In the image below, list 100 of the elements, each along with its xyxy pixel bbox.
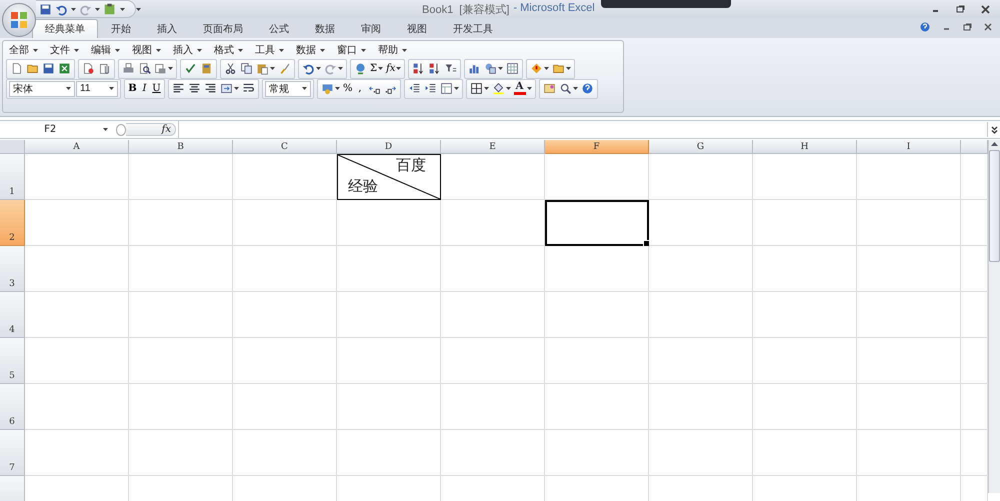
name-box[interactable]: F2	[0, 122, 112, 137]
column-header[interactable]: I	[857, 140, 961, 154]
redo-icon[interactable]	[79, 2, 92, 16]
spreadsheet-cell[interactable]	[545, 292, 649, 338]
column-header[interactable]: H	[753, 140, 857, 154]
spreadsheet-cell[interactable]	[129, 338, 233, 384]
spreadsheet-cell[interactable]	[25, 292, 129, 338]
paint-bucket-button[interactable]	[490, 80, 512, 96]
percent-button[interactable]: %	[342, 80, 354, 96]
spreadsheet-cell[interactable]	[545, 430, 649, 476]
column-header[interactable]: A	[25, 140, 129, 154]
spreadsheet-cell[interactable]	[753, 154, 857, 200]
underline-button[interactable]: U	[151, 80, 162, 96]
spreadsheet-cell[interactable]	[233, 246, 337, 292]
spreadsheet-cell[interactable]	[233, 384, 337, 430]
ribbon-tab[interactable]: 开始	[98, 19, 144, 38]
insert-function-button[interactable]: fx	[385, 60, 402, 76]
menu-item[interactable]: 文件	[47, 43, 82, 57]
spreadsheet-cell[interactable]	[649, 200, 753, 246]
menu-item[interactable]: 插入	[170, 43, 205, 57]
restore-icon[interactable]	[963, 23, 972, 31]
spreadsheet-cell[interactable]	[857, 246, 961, 292]
close-icon[interactable]	[981, 4, 990, 14]
print-preview-icon[interactable]	[138, 62, 151, 75]
spreadsheet-cell[interactable]	[441, 384, 545, 430]
select-all-button[interactable]	[0, 140, 25, 154]
column-header[interactable]: B	[129, 140, 233, 154]
autosum-button[interactable]: Σ	[369, 60, 384, 76]
column-header[interactable]: C	[233, 140, 337, 154]
sort-ascending-icon[interactable]	[412, 62, 426, 75]
row-header[interactable]: 7	[0, 430, 25, 476]
undo-icon[interactable]	[55, 2, 68, 16]
ribbon-tab[interactable]: 公式	[256, 19, 302, 38]
spreadsheet-cell[interactable]	[25, 338, 129, 384]
spreadsheet-cell[interactable]	[753, 292, 857, 338]
row-header[interactable]: 4	[0, 292, 25, 338]
fill-handle[interactable]	[643, 240, 650, 247]
spreadsheet-cell[interactable]	[857, 200, 961, 246]
indent-icon[interactable]	[424, 82, 437, 95]
diagonal-split-cell[interactable]: 百度 经验	[337, 154, 441, 200]
printer-icon[interactable]	[122, 62, 135, 75]
ribbon-tab[interactable]: 插入	[144, 19, 190, 38]
spreadsheet-cell[interactable]	[441, 338, 545, 384]
format-cells-button[interactable]	[438, 80, 460, 96]
spreadsheet-cell[interactable]	[545, 246, 649, 292]
spreadsheet-cell[interactable]	[129, 384, 233, 430]
selected-cell[interactable]	[545, 200, 649, 246]
spreadsheet-cell[interactable]	[857, 430, 961, 476]
bold-button[interactable]: B	[127, 80, 138, 96]
spreadsheet-cell[interactable]	[857, 384, 961, 430]
spreadsheet-cell[interactable]	[753, 246, 857, 292]
scroll-thumb[interactable]	[989, 150, 1000, 262]
column-header[interactable]: G	[649, 140, 753, 154]
spreadsheet-cell[interactable]	[441, 292, 545, 338]
number-format-field[interactable]: 常规	[265, 80, 311, 96]
spreadsheet-cell[interactable]	[337, 292, 441, 338]
column-header[interactable]: F	[545, 140, 649, 154]
row-header[interactable]: 6	[0, 384, 25, 430]
spreadsheet-cell[interactable]	[857, 154, 961, 200]
ribbon-tab[interactable]: 经典菜单	[32, 19, 98, 38]
row-header[interactable]: 5	[0, 338, 25, 384]
table-icon[interactable]	[506, 62, 520, 75]
spreadsheet-icon[interactable]	[58, 62, 71, 75]
up-arrow-icon[interactable]	[990, 140, 999, 148]
copy-icon[interactable]	[240, 62, 253, 75]
row-header[interactable]: 2	[0, 200, 25, 246]
spreadsheet-cell[interactable]	[25, 384, 129, 430]
new-page-icon[interactable]	[10, 62, 23, 75]
menu-item[interactable]: 帮助	[375, 43, 410, 57]
spreadsheet-cell[interactable]	[129, 246, 233, 292]
globe-icon[interactable]	[354, 62, 367, 75]
spreadsheet-cell[interactable]	[649, 430, 753, 476]
menu-item[interactable]: 格式	[211, 43, 246, 57]
spreadsheet-cell[interactable]	[441, 430, 545, 476]
border-button[interactable]	[468, 80, 490, 96]
spreadsheet-cell[interactable]	[753, 338, 857, 384]
help-icon[interactable]	[580, 82, 594, 95]
spreadsheet-cell[interactable]	[233, 430, 337, 476]
ribbon-tab[interactable]: 页面布局	[190, 19, 256, 38]
spreadsheet-cell[interactable]	[545, 384, 649, 430]
spreadsheet-cell[interactable]	[649, 384, 753, 430]
column-header[interactable]: D	[337, 140, 441, 154]
document-icon[interactable]	[82, 62, 95, 75]
spreadsheet-cell[interactable]	[233, 338, 337, 384]
spreadsheet-cell[interactable]	[233, 200, 337, 246]
book-icon[interactable]	[200, 62, 213, 75]
vertical-scrollbar[interactable]	[988, 140, 1000, 493]
spreadsheet-cell[interactable]	[337, 430, 441, 476]
spreadsheet-cell[interactable]	[545, 338, 649, 384]
spreadsheet-cell[interactable]	[753, 430, 857, 476]
spreadsheet-cell[interactable]	[25, 246, 129, 292]
spreadsheet-cell[interactable]	[129, 430, 233, 476]
spreadsheet-cell[interactable]	[337, 246, 441, 292]
spreadsheet-cell[interactable]	[649, 154, 753, 200]
font-color-button[interactable]: A	[512, 80, 533, 96]
italic-button[interactable]: I	[139, 80, 150, 96]
menu-item[interactable]: 工具	[252, 43, 287, 57]
menu-item[interactable]: 全部	[6, 43, 41, 57]
ribbon-tab[interactable]: 数据	[302, 19, 348, 38]
outdent-icon[interactable]	[408, 82, 421, 95]
